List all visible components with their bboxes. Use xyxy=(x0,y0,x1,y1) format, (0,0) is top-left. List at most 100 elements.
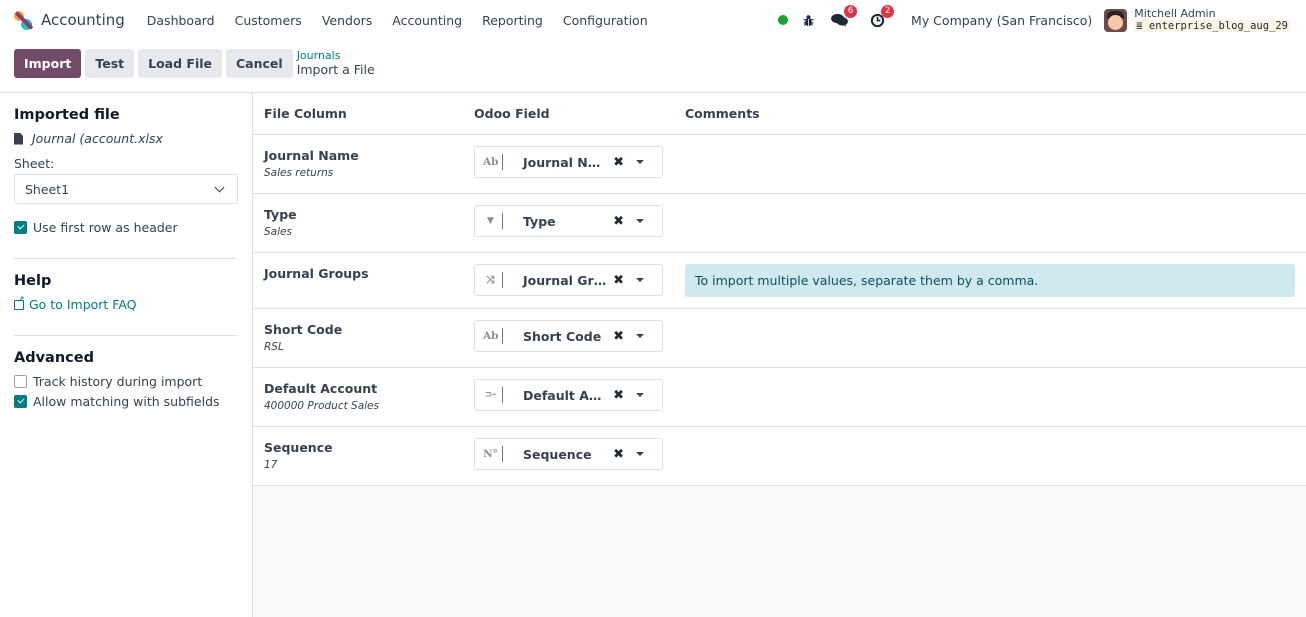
import-content: Imported file Journal (account.xlsx Shee… xyxy=(0,93,1306,617)
allow-matching-checkbox[interactable] xyxy=(14,394,27,408)
clear-icon[interactable]: ✖ xyxy=(613,214,624,229)
odoo-field-cell: ▼ Type ✖ xyxy=(464,194,675,252)
sheet-value: Sheet1 xyxy=(25,181,70,197)
caret-down-icon[interactable] xyxy=(636,278,644,282)
file-column-cell: Default Account 400000 Product Sales xyxy=(253,368,464,426)
table-row: Journal Name Sales returns Ab Journal Na… xyxy=(253,135,1306,194)
messages-badge: 6 xyxy=(844,5,858,18)
import-faq-label: Go to Import FAQ xyxy=(29,297,137,312)
user-name: Mitchell Admin xyxy=(1134,7,1216,20)
systray: 6 2 My Company (San Francisco) Mitchell … xyxy=(778,4,1290,32)
use-first-row-label: Use first row as header xyxy=(33,219,178,235)
activities-button[interactable]: 2 xyxy=(870,4,895,28)
text-type-icon: Ab xyxy=(483,154,503,170)
help-heading: Help xyxy=(14,273,52,289)
advanced-heading: Advanced xyxy=(14,350,94,366)
divider xyxy=(14,258,237,259)
text-type-icon: Ab xyxy=(483,328,503,344)
sheet-select[interactable]: Sheet1 xyxy=(14,174,238,204)
comments-cell xyxy=(675,309,1306,367)
field-select[interactable]: Ab Short Code ✖ xyxy=(474,320,663,352)
clear-icon[interactable]: ✖ xyxy=(613,447,624,462)
table-row: Type Sales ▼ Type ✖ xyxy=(253,194,1306,253)
field-label: Journal Name xyxy=(523,154,607,170)
column-name: Short Code xyxy=(264,322,343,337)
track-history-label: Track history during import xyxy=(33,373,203,389)
field-select[interactable]: ⊃- Default Acc... ✖ xyxy=(474,379,663,411)
integer-type-icon: N° xyxy=(483,446,503,462)
header-file-column: File Column xyxy=(264,106,347,121)
odoo-field-cell: ⊃- Default Acc... ✖ xyxy=(464,368,675,426)
accounting-app-icon xyxy=(14,10,34,30)
divider xyxy=(14,335,237,336)
clear-icon[interactable]: ✖ xyxy=(613,329,624,344)
many2one-type-icon: ⊃- xyxy=(483,387,503,403)
comments-cell xyxy=(675,194,1306,252)
caret-down-icon[interactable] xyxy=(636,160,644,164)
clear-icon[interactable]: ✖ xyxy=(613,273,624,288)
allow-matching-option[interactable]: Allow matching with subfields xyxy=(14,391,237,411)
table-header: File Column Odoo Field Comments xyxy=(253,93,1306,135)
field-select[interactable]: ⤨ Journal Gro... ✖ xyxy=(474,264,663,296)
activities-badge: 2 xyxy=(881,4,895,18)
odoo-field-cell: Ab Journal Name ✖ xyxy=(464,135,675,193)
company-switcher[interactable]: My Company (San Francisco) xyxy=(911,13,1092,28)
column-sample: Sales xyxy=(264,226,292,238)
field-mapping-table: File Column Odoo Field Comments Journal … xyxy=(253,93,1306,486)
test-button[interactable]: Test xyxy=(85,49,135,78)
column-name: Type xyxy=(264,207,297,222)
user-avatar[interactable] xyxy=(1104,8,1128,32)
table-row: Journal Groups ⤨ Journal Gro... ✖ To imp… xyxy=(253,253,1306,309)
breadcrumb: Journals Import a File xyxy=(297,49,375,77)
messages-button[interactable]: 6 xyxy=(831,5,858,27)
caret-down-icon[interactable] xyxy=(636,393,644,397)
field-label: Default Acc... xyxy=(523,387,607,403)
bug-icon xyxy=(803,14,814,26)
caret-down-icon[interactable] xyxy=(636,219,644,223)
chevron-down-icon xyxy=(214,182,225,192)
use-first-row-checkbox[interactable] xyxy=(14,220,27,234)
user-menu[interactable]: Mitchell Admin ≣ enterprise_blog_aug_29 xyxy=(1134,8,1290,32)
caret-down-icon[interactable] xyxy=(636,452,644,456)
menu-configuration[interactable]: Configuration xyxy=(553,13,658,28)
info-alert: To import multiple values, separate them… xyxy=(685,264,1295,297)
menu-accounting[interactable]: Accounting xyxy=(382,13,472,28)
track-history-option[interactable]: Track history during import xyxy=(14,371,237,391)
control-panel: Import Test Load File Cancel Journals Im… xyxy=(0,40,1306,93)
clear-icon[interactable]: ✖ xyxy=(613,155,624,170)
field-select[interactable]: ▼ Type ✖ xyxy=(474,205,663,237)
field-select[interactable]: Ab Journal Name ✖ xyxy=(474,146,663,178)
clear-icon[interactable]: ✖ xyxy=(613,388,624,403)
file-column-cell: Journal Name Sales returns xyxy=(253,135,464,193)
menu-dashboard[interactable]: Dashboard xyxy=(137,13,225,28)
use-first-row-option[interactable]: Use first row as header xyxy=(14,217,237,237)
load-file-button[interactable]: Load File xyxy=(138,49,222,78)
app-brand[interactable]: Accounting xyxy=(14,10,125,30)
online-status-icon xyxy=(778,15,789,25)
column-name: Journal Name xyxy=(264,148,359,163)
odoo-field-cell: ⤨ Journal Gro... ✖ xyxy=(464,253,675,308)
cancel-button[interactable]: Cancel xyxy=(226,49,293,78)
caret-down-icon[interactable] xyxy=(636,334,644,338)
breadcrumb-journals[interactable]: Journals xyxy=(297,49,375,63)
many2many-type-icon: ⤨ xyxy=(483,272,503,288)
breadcrumb-current: Import a File xyxy=(296,62,375,77)
import-faq-link[interactable]: Go to Import FAQ xyxy=(14,295,237,312)
field-label: Sequence xyxy=(523,446,592,462)
imported-file-heading: Imported file xyxy=(14,107,120,123)
field-select[interactable]: N° Sequence ✖ xyxy=(474,438,663,470)
comments-cell xyxy=(675,427,1306,485)
imported-file-info: Journal (account.xlsx xyxy=(14,131,237,146)
menu-reporting[interactable]: Reporting xyxy=(472,13,553,28)
column-name: Journal Groups xyxy=(264,266,369,281)
comments-cell: To import multiple values, separate them… xyxy=(675,253,1306,308)
field-label: Journal Gro... xyxy=(523,272,608,288)
track-history-checkbox[interactable] xyxy=(14,374,27,388)
debug-button[interactable] xyxy=(802,14,815,27)
import-button[interactable]: Import xyxy=(14,49,82,78)
odoo-field-cell: N° Sequence ✖ xyxy=(464,427,675,485)
menu-vendors[interactable]: Vendors xyxy=(312,13,382,28)
table-row: Sequence 17 N° Sequence ✖ xyxy=(253,427,1306,486)
menu-customers[interactable]: Customers xyxy=(225,13,312,28)
field-label: Type xyxy=(523,213,556,229)
